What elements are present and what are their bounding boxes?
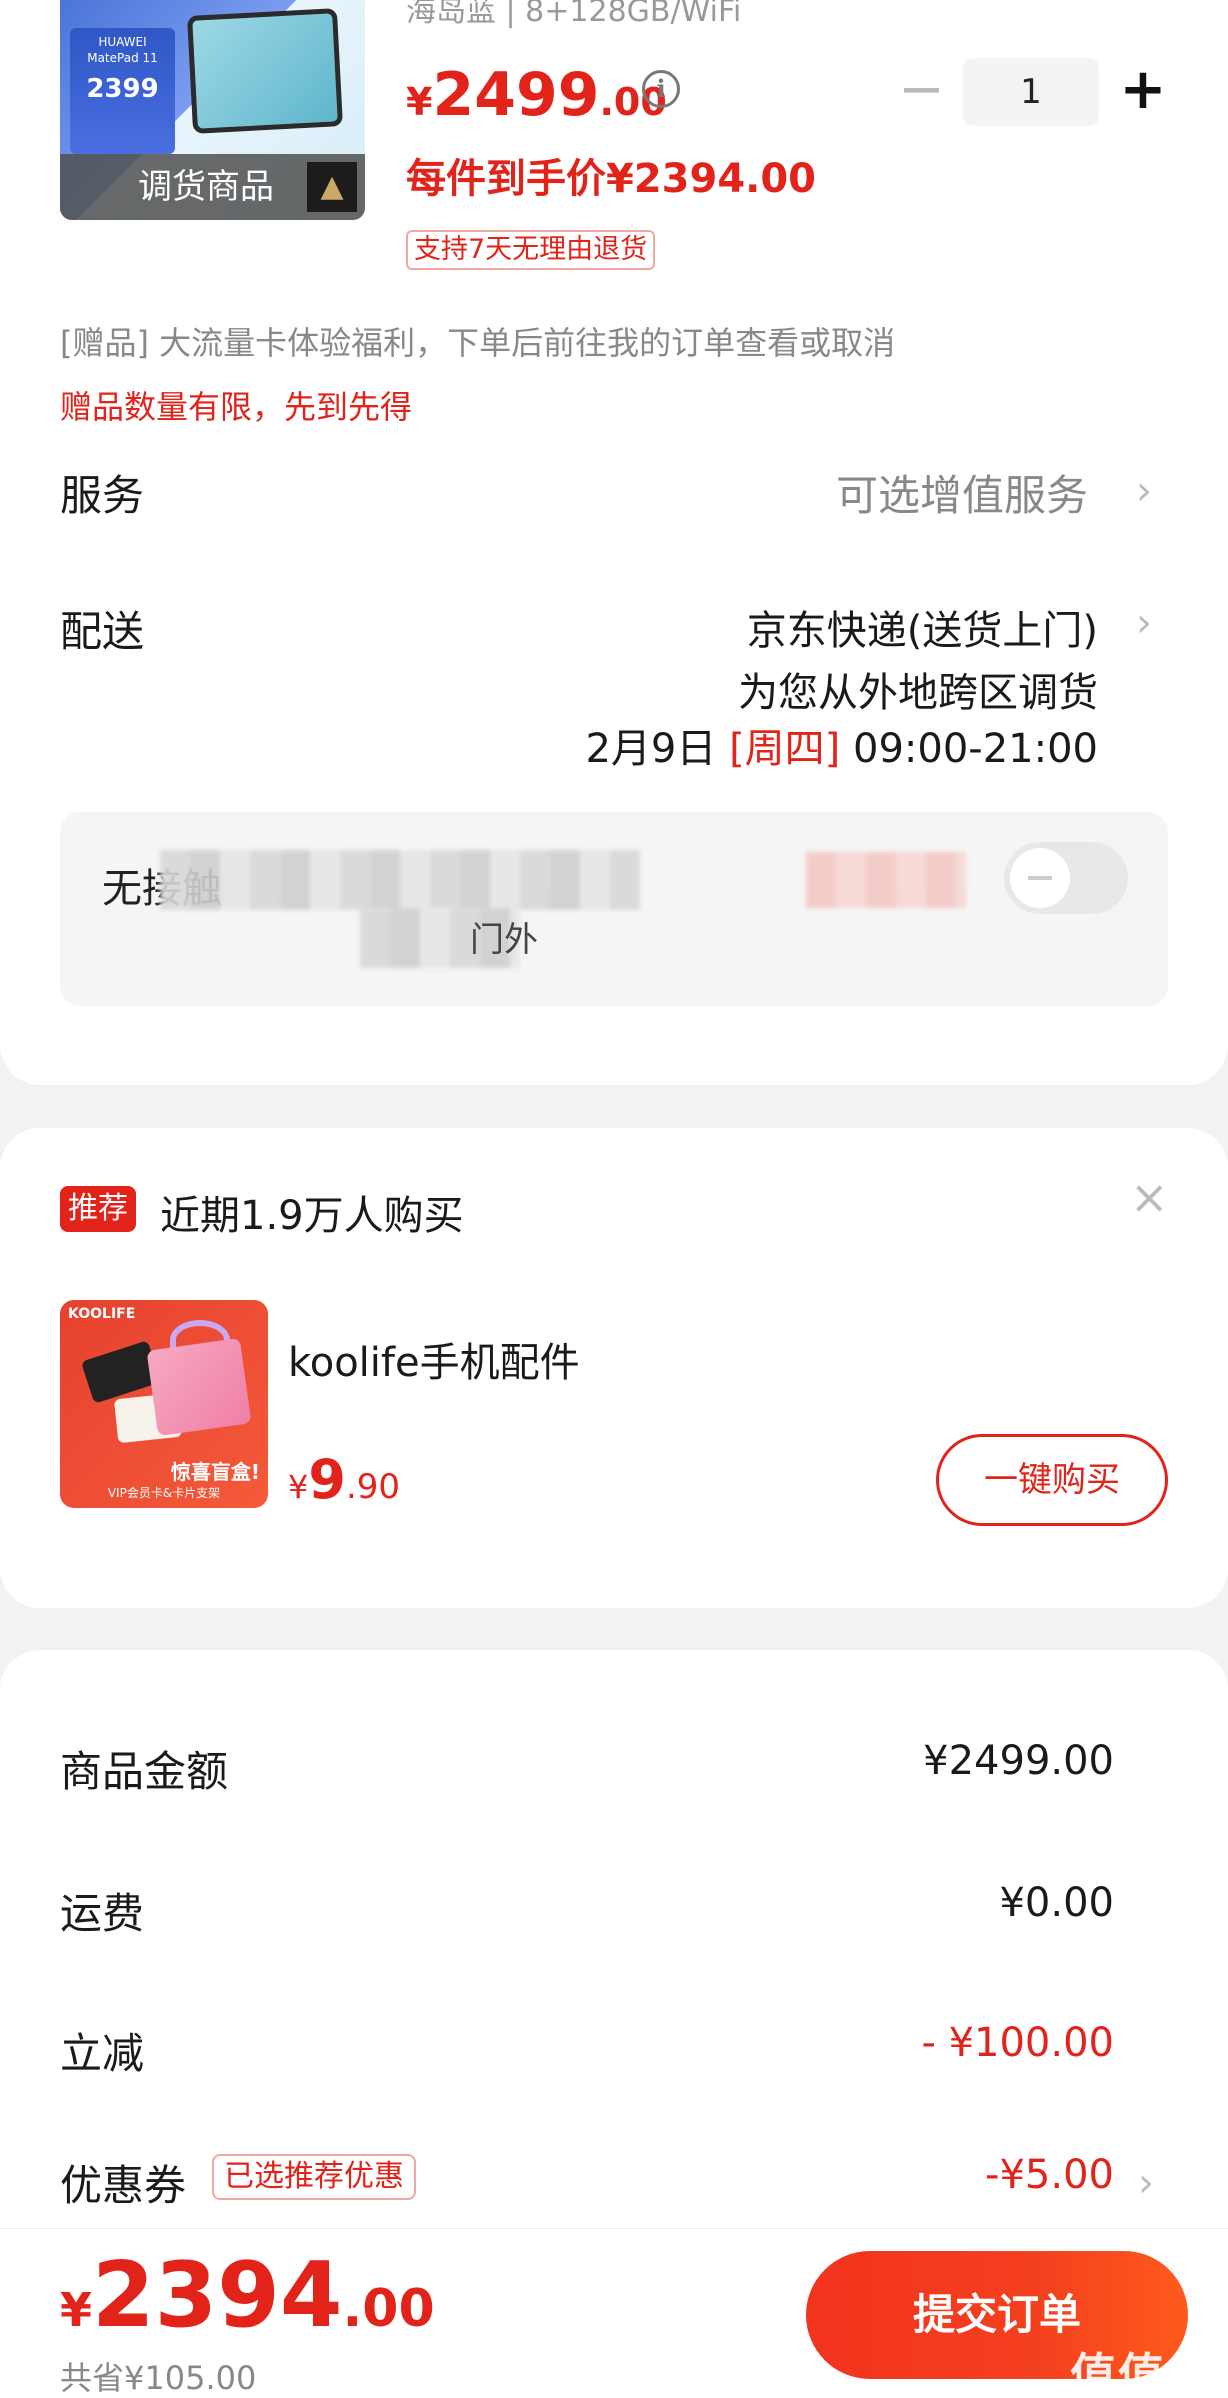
coupon-tag: 已选推荐优惠 bbox=[212, 2154, 416, 2200]
delivery-time: 2月9日 [周四] 09:00-21:00 bbox=[585, 716, 1098, 774]
gift-box-graphic bbox=[146, 1337, 252, 1437]
delivery-label: 配送 bbox=[60, 607, 145, 656]
contactless-sub: 门外 bbox=[470, 920, 538, 960]
product-spec: 海岛蓝 | 8+128GB/WiFi bbox=[406, 0, 742, 29]
product-thumbnail[interactable]: HUAWEI MatePad 11 2399 调货商品 ▲ bbox=[60, 0, 365, 220]
quantity-increase-button[interactable]: + bbox=[1118, 58, 1168, 124]
thumb-brand: HUAWEI bbox=[98, 35, 147, 49]
thumb-banner: HUAWEI MatePad 11 2399 bbox=[70, 28, 175, 154]
total-price: ¥2394.00 bbox=[60, 2243, 435, 2348]
reco-price-dec: .90 bbox=[345, 1467, 401, 1507]
unit-final-price: 每件到手价¥2394.00 bbox=[406, 156, 817, 202]
redacted-text bbox=[160, 850, 640, 910]
total-int: 2394 bbox=[92, 2243, 343, 2348]
reco-price-yen: ¥ bbox=[288, 1468, 309, 1506]
discount-value: - ¥100.00 bbox=[921, 2020, 1114, 2066]
total-saved: 共省¥105.00 bbox=[60, 2359, 257, 2397]
quantity-input[interactable]: 1 bbox=[963, 58, 1099, 126]
shipping-label: 运费 bbox=[60, 1889, 145, 1938]
toggle-knob bbox=[1010, 848, 1070, 908]
tablet-image bbox=[187, 8, 343, 134]
info-icon[interactable]: i bbox=[642, 70, 680, 108]
quantity-decrease-button[interactable]: − bbox=[898, 62, 945, 122]
redacted-text bbox=[806, 852, 966, 908]
coupon-value[interactable]: -¥5.00 bbox=[985, 2152, 1114, 2198]
service-label: 服务 bbox=[60, 471, 145, 520]
total-yen: ¥ bbox=[60, 2283, 93, 2337]
thumb-price: 2399 bbox=[86, 74, 159, 104]
coupon-label: 优惠券 bbox=[60, 2161, 187, 2210]
contactless-toggle[interactable] bbox=[1004, 842, 1128, 914]
shipping-value: ¥0.00 bbox=[999, 1880, 1114, 1926]
delivery-time-window: 09:00-21:00 bbox=[853, 726, 1098, 772]
checkout-bar: ¥2394.00 共省¥105.00 提交订单 值值值 zhizhizhi.co… bbox=[0, 2228, 1228, 2398]
watermark-url: zhizhizhi.com bbox=[1115, 2385, 1210, 2398]
one-click-buy-button[interactable]: 一键购买 bbox=[936, 1434, 1168, 1526]
gift-info: [赠品] 大流量卡体验福利，下单后前往我的订单查看或取消 bbox=[60, 324, 896, 362]
koolife-logo: KOOLIFE bbox=[68, 1306, 136, 1322]
goods-amount-value: ¥2499.00 bbox=[923, 1738, 1114, 1784]
chevron-right-icon[interactable]: › bbox=[1138, 2160, 1154, 2206]
total-dec: .00 bbox=[342, 2279, 435, 2339]
recommend-card: 推荐 近期1.9万人购买 × KOOLIFE 惊喜盲盒! VIP会员卡&卡片支架… bbox=[0, 1128, 1228, 1608]
delivery-weekday: [周四] bbox=[729, 726, 841, 772]
blind-box-subtext: VIP会员卡&卡片支架 bbox=[107, 1486, 221, 1500]
chevron-right-icon[interactable]: › bbox=[1136, 468, 1152, 514]
delivery-date: 2月9日 bbox=[585, 726, 717, 772]
recommend-item-price: ¥9.90 bbox=[288, 1448, 400, 1511]
chevron-right-icon[interactable]: › bbox=[1136, 600, 1152, 646]
reco-price-int: 9 bbox=[308, 1448, 346, 1511]
recommend-item-image[interactable]: KOOLIFE 惊喜盲盒! VIP会员卡&卡片支架 bbox=[60, 1300, 268, 1508]
recommend-title: 近期1.9万人购买 bbox=[160, 1193, 464, 1239]
recommend-item-name[interactable]: koolife手机配件 bbox=[288, 1330, 580, 1388]
gift-limit-note: 赠品数量有限，先到先得 bbox=[60, 388, 413, 426]
product-price: ¥2499.00 bbox=[406, 60, 667, 130]
recommend-tag: 推荐 bbox=[60, 1186, 136, 1232]
thumb-model: MatePad 11 bbox=[87, 51, 158, 65]
delivery-method[interactable]: 京东快递(送货上门) bbox=[747, 598, 1098, 656]
discount-label: 立减 bbox=[60, 2029, 145, 2078]
delivery-note: 为您从外地跨区调货 bbox=[738, 670, 1098, 716]
close-icon[interactable]: × bbox=[1130, 1170, 1169, 1224]
return-policy-tag: 支持7天无理由退货 bbox=[406, 230, 656, 270]
contactless-delivery-box: 无接触 门外 bbox=[60, 812, 1168, 1006]
price-int: 2499 bbox=[432, 60, 600, 130]
blind-box-text: 惊喜盲盒! bbox=[170, 1460, 260, 1484]
goods-amount-label: 商品金额 bbox=[60, 1747, 229, 1796]
service-value[interactable]: 可选增值服务 bbox=[836, 462, 1088, 523]
price-yen: ¥ bbox=[406, 80, 433, 124]
product-card: HUAWEI MatePad 11 2399 调货商品 ▲ 海岛蓝 | 8+12… bbox=[0, 0, 1228, 1085]
shop-logo-icon: ▲ bbox=[307, 162, 357, 212]
